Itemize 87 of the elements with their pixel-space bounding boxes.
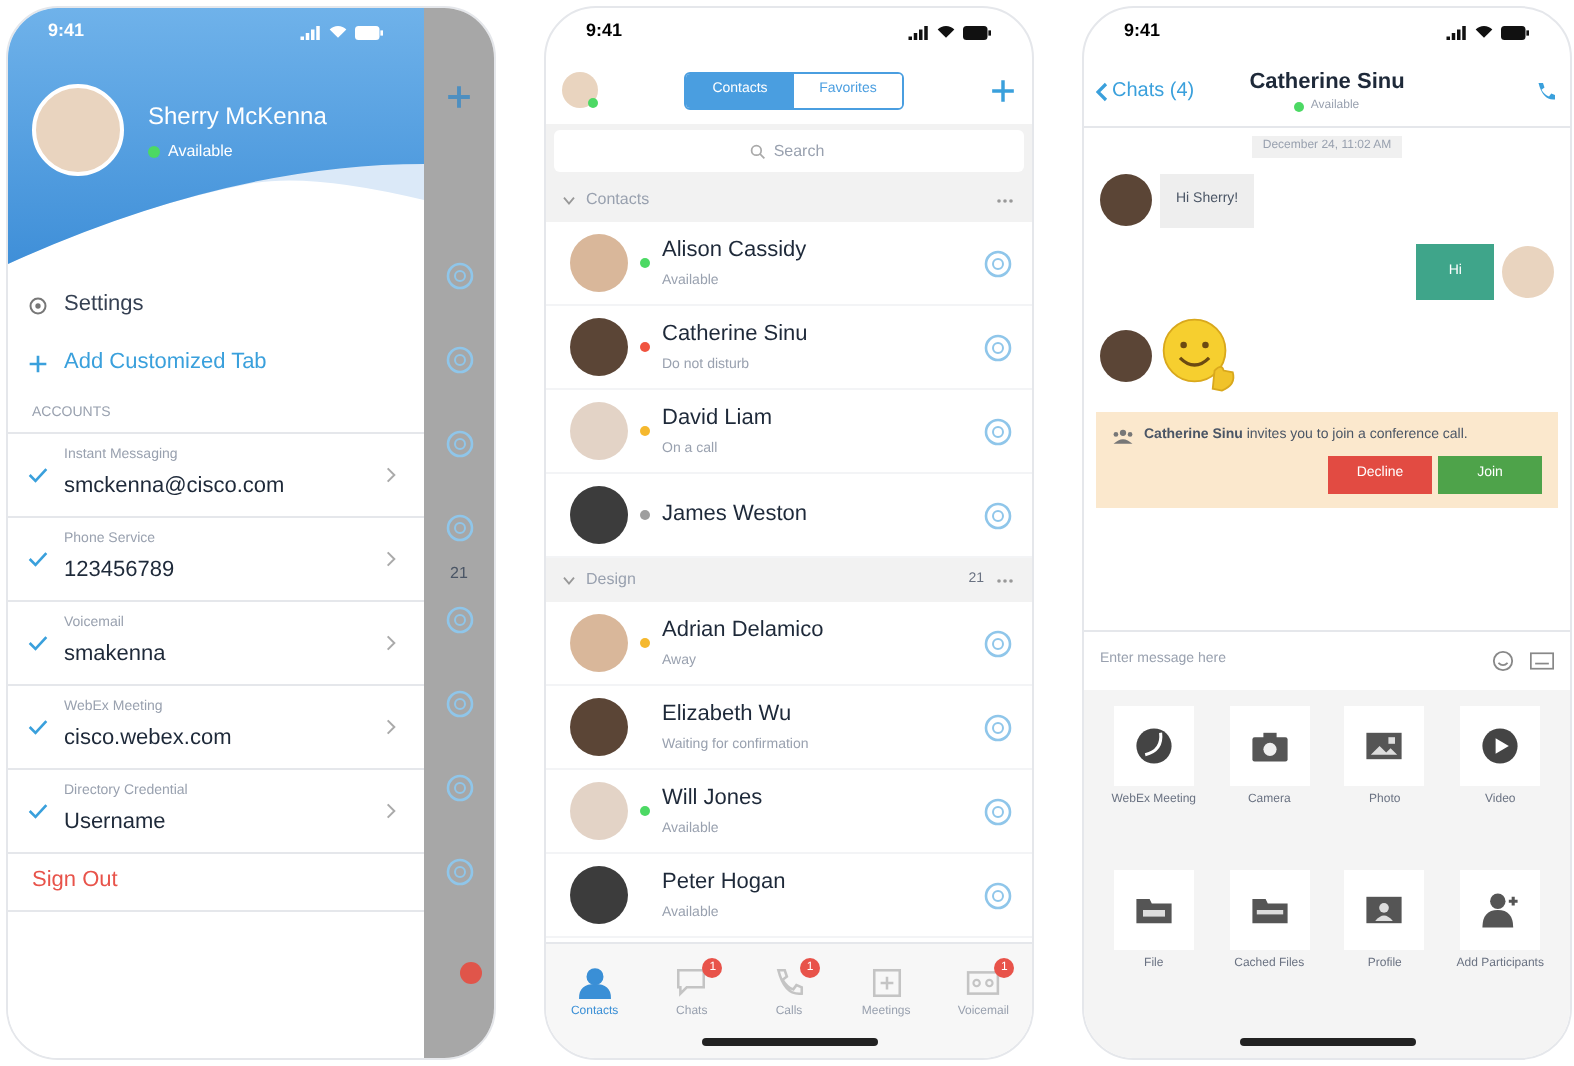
settings-button[interactable]: Settings <box>8 276 424 334</box>
conference-icon <box>1112 428 1134 444</box>
info-icon[interactable] <box>445 774 473 802</box>
chevron-icon <box>386 633 396 651</box>
info-icon[interactable] <box>984 501 1012 529</box>
account-value: smakenna <box>64 640 168 670</box>
info-icon[interactable] <box>984 417 1012 445</box>
battery-icon <box>1500 25 1530 39</box>
play-icon <box>1478 724 1523 768</box>
search-field[interactable]: Search <box>554 130 1024 172</box>
chevron-icon <box>386 801 396 819</box>
voicemail-icon <box>966 966 1001 1000</box>
info-icon[interactable] <box>445 346 473 374</box>
more-icon[interactable] <box>994 577 1016 583</box>
contact-name: David Liam <box>662 404 775 434</box>
group-count: 21 <box>450 562 468 586</box>
contact-name: James Weston <box>662 500 810 531</box>
wifi-icon <box>328 24 348 40</box>
more-icon[interactable] <box>994 197 1016 203</box>
info-icon[interactable] <box>984 881 1012 909</box>
status-time: 9:41 <box>48 18 85 45</box>
avatar <box>570 402 628 460</box>
phone-icon <box>771 966 806 1000</box>
status-time: 9:41 <box>1124 18 1161 45</box>
account-value: Username <box>64 808 168 838</box>
add-person-icon <box>1478 888 1523 932</box>
avatar <box>570 234 628 292</box>
profile-name: Sherry McKenna <box>148 99 327 133</box>
wifi-icon <box>936 24 956 40</box>
account-value: 123456789 <box>64 556 177 586</box>
add-tab-button[interactable]: Add Customized Tab <box>8 334 424 392</box>
avatar <box>1100 174 1152 227</box>
signal-icon <box>908 25 930 39</box>
back-chevron-icon <box>1096 81 1108 101</box>
info-icon[interactable] <box>984 713 1012 741</box>
status-time: 9:41 <box>586 18 623 45</box>
add-icon[interactable] <box>990 77 1016 103</box>
contact-name: Will Jones <box>662 784 765 814</box>
contact-name: Catherine Sinu <box>1249 67 1405 98</box>
globe-icon <box>1131 724 1176 768</box>
settings-icon <box>28 295 48 315</box>
profile-status: Available <box>168 139 233 163</box>
calendar-icon <box>869 966 904 1000</box>
info-icon[interactable] <box>984 797 1012 825</box>
account-value: smckenna@cisco.com <box>64 472 287 502</box>
contact-name: Alison Cassidy <box>662 236 809 266</box>
contact-name: Peter Hogan <box>662 868 788 898</box>
chevron-icon <box>386 465 396 483</box>
info-icon[interactable] <box>445 606 473 634</box>
plus-icon <box>446 84 472 110</box>
notification-badge <box>460 962 482 984</box>
keyboard-icon[interactable] <box>1530 652 1554 670</box>
avatar <box>570 782 628 840</box>
info-icon[interactable] <box>445 262 473 290</box>
info-icon[interactable] <box>984 249 1012 277</box>
signal-icon <box>1446 25 1468 39</box>
info-icon[interactable] <box>445 430 473 458</box>
person-icon <box>577 966 612 1000</box>
avatar <box>570 866 628 924</box>
avatar <box>1100 330 1152 382</box>
avatar <box>570 614 628 672</box>
contact-name: Elizabeth Wu <box>662 700 794 730</box>
chevron-icon <box>386 549 396 567</box>
info-icon[interactable] <box>445 514 473 542</box>
info-icon[interactable] <box>984 629 1012 657</box>
avatar <box>1502 245 1554 298</box>
battery-icon <box>962 25 992 39</box>
chevron-icon <box>386 717 396 735</box>
chat-bubble-icon <box>674 966 709 1000</box>
search-icon <box>750 144 766 160</box>
back-button[interactable]: Chats (4) <box>1096 76 1220 106</box>
emoji-icon[interactable] <box>1492 650 1514 672</box>
info-icon[interactable] <box>445 690 473 718</box>
avatar <box>570 698 628 756</box>
phone-icon[interactable] <box>1534 79 1558 103</box>
avatar <box>570 318 628 376</box>
avatar <box>562 72 598 108</box>
info-icon[interactable] <box>984 333 1012 361</box>
contact-name: Adrian Delamico <box>662 616 826 646</box>
avatar <box>570 486 628 544</box>
plus-icon <box>28 353 48 373</box>
wifi-icon <box>1474 24 1494 40</box>
signal-icon <box>300 25 322 39</box>
info-icon[interactable] <box>445 858 473 886</box>
sign-out-button[interactable]: Sign Out <box>32 864 118 898</box>
account-value: cisco.webex.com <box>64 724 234 754</box>
contact-name: Catherine Sinu <box>662 320 810 350</box>
